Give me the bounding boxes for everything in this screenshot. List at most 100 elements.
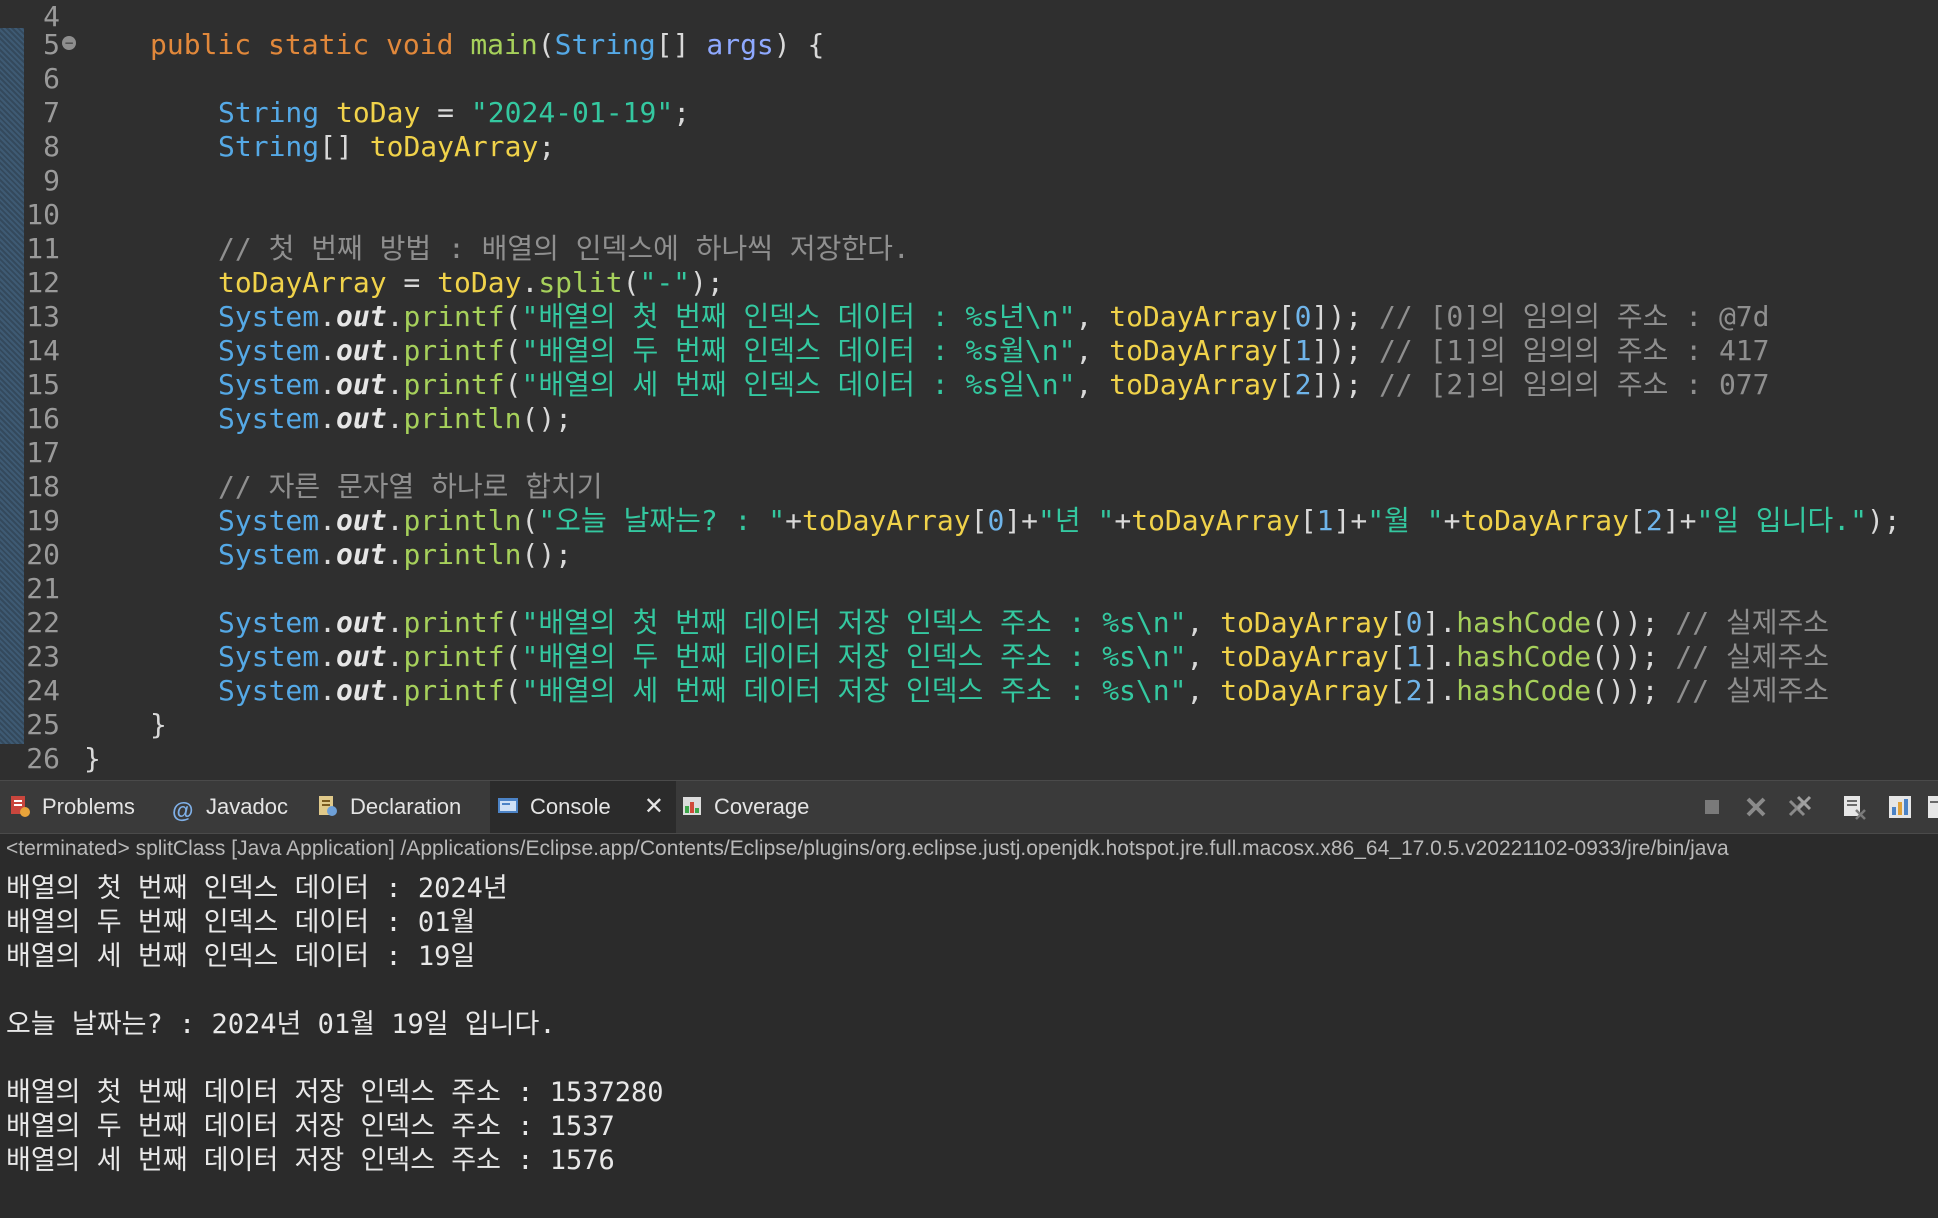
code-line-13[interactable]: System.out.printf("배열의 첫 번째 인덱스 데이터 : %s… xyxy=(218,300,1770,334)
variable-name: toDayArray xyxy=(1220,674,1389,707)
method-name: hashCode xyxy=(1456,606,1592,639)
code-line-14[interactable]: System.out.printf("배열의 두 번째 인덱스 데이터 : %s… xyxy=(218,334,1770,368)
field-name: out xyxy=(336,504,387,537)
code-line-20[interactable]: System.out.println(); xyxy=(218,538,572,572)
tab-coverage[interactable]: Coverage xyxy=(680,781,830,833)
variable-name: toDayArray xyxy=(1109,368,1278,401)
javadoc-icon: @ xyxy=(172,798,194,823)
line-number: 8 xyxy=(43,130,60,163)
method-name: printf xyxy=(403,606,505,639)
field-name: out xyxy=(336,606,387,639)
code-line-18[interactable]: // 자른 문자열 하나로 합치기 xyxy=(218,470,603,504)
terminate-icon[interactable] xyxy=(1698,793,1726,821)
class-name: System xyxy=(218,538,320,571)
variable-name: toDayArray xyxy=(1109,334,1278,367)
scroll-lock-icon[interactable] xyxy=(1886,793,1914,821)
code-line-5[interactable]: public static void main(String[] args) { xyxy=(150,28,824,62)
code-line-15[interactable]: System.out.printf("배열의 세 번째 인덱스 데이터 : %s… xyxy=(218,368,1770,402)
code-token: ); xyxy=(690,266,724,299)
tab-declaration[interactable]: Declaration xyxy=(316,781,486,833)
console-output-line: 배열의 세 번째 인덱스 데이터 : 19일 xyxy=(6,941,476,972)
word-wrap-icon[interactable] xyxy=(1926,793,1938,821)
coverage-icon xyxy=(680,785,704,815)
method-name: split xyxy=(538,266,623,299)
code-line-11[interactable]: // 첫 번째 방법 : 배열의 인덱스에 하나씩 저장한다. xyxy=(218,232,910,266)
code-line-22[interactable]: System.out.printf("배열의 첫 번째 데이터 저장 인덱스 주… xyxy=(218,606,1829,640)
number-literal: 2 xyxy=(1294,368,1312,401)
string-literal: "배열의 첫 번째 인덱스 데이터 : %s년\n" xyxy=(521,300,1076,333)
code-line-25[interactable]: } xyxy=(150,708,167,742)
class-name: System xyxy=(218,640,320,673)
tab-problems[interactable]: Problems xyxy=(8,781,158,833)
process-status-line: <terminated> splitClass [Java Applicatio… xyxy=(6,837,1729,860)
line-number: 16 xyxy=(26,402,60,435)
tab-label: Coverage xyxy=(714,794,810,819)
remove-launch-icon[interactable] xyxy=(1742,793,1770,821)
variable-name: toDay xyxy=(437,266,522,299)
number-literal: 1 xyxy=(1405,640,1423,673)
number-literal: 0 xyxy=(1405,606,1423,639)
code-comment: // [2]의 임의의 주소 : 077 xyxy=(1378,368,1770,401)
tab-label: Console xyxy=(530,794,611,819)
code-line-23[interactable]: System.out.printf("배열의 두 번째 데이터 저장 인덱스 주… xyxy=(218,640,1829,674)
field-name: out xyxy=(336,538,387,571)
fold-collapse-icon[interactable]: − xyxy=(62,36,76,50)
tab-label: Problems xyxy=(42,794,135,819)
string-literal: "-" xyxy=(639,266,691,299)
field-name: out xyxy=(336,334,387,367)
line-number: 9 xyxy=(43,164,60,197)
declaration-icon xyxy=(316,785,340,816)
code-comment: // 실제주소 xyxy=(1675,640,1830,673)
line-number: 5 xyxy=(43,28,60,61)
console-output-line: 배열의 첫 번째 데이터 저장 인덱스 주소 : 1537280 xyxy=(6,1077,664,1108)
variable-name: toDayArray xyxy=(1109,300,1278,333)
code-token: (); xyxy=(521,538,573,571)
class-name: System xyxy=(218,334,320,367)
string-literal: "배열의 두 번째 인덱스 데이터 : %s월\n" xyxy=(521,334,1076,367)
class-name: System xyxy=(218,504,320,537)
code-line-26[interactable]: } xyxy=(84,742,101,776)
line-number: 19 xyxy=(26,504,60,537)
keyword: static xyxy=(268,28,370,61)
code-token: = xyxy=(420,96,471,129)
tab-console[interactable]: Console ✕ xyxy=(490,781,676,833)
code-line-8[interactable]: String[] toDayArray; xyxy=(218,130,555,164)
code-token: ; xyxy=(538,130,556,163)
line-number: 21 xyxy=(26,572,60,605)
field-name: out xyxy=(336,640,387,673)
tab-javadoc[interactable]: @ Javadoc xyxy=(172,781,312,833)
code-token: (); xyxy=(521,402,573,435)
line-number: 14 xyxy=(26,334,60,367)
close-icon[interactable]: ✕ xyxy=(644,781,664,833)
console-panel: Problems @ Javadoc Declaration Console ✕ … xyxy=(0,780,1938,1218)
code-line-19[interactable]: System.out.println("오늘 날짜는? : "+toDayArr… xyxy=(218,504,1901,538)
keyword: public xyxy=(150,28,252,61)
line-number: 7 xyxy=(43,96,60,129)
clear-console-icon[interactable] xyxy=(1840,793,1868,821)
method-name: println xyxy=(403,504,522,537)
code-line-16[interactable]: System.out.println(); xyxy=(218,402,572,436)
class-name: System xyxy=(218,674,320,707)
console-output-line: 배열의 세 번째 데이터 저장 인덱스 주소 : 1576 xyxy=(6,1145,615,1176)
field-name: out xyxy=(336,300,387,333)
console-output-line: 배열의 두 번째 인덱스 데이터 : 01월 xyxy=(6,907,476,938)
code-token: = xyxy=(386,266,438,299)
console-output-line: 오늘 날짜는? : 2024년 01월 19일 입니다. xyxy=(6,1009,556,1040)
class-name: System xyxy=(218,402,320,435)
method-name: hashCode xyxy=(1456,674,1592,707)
code-line-7[interactable]: String toDay = "2024-01-19"; xyxy=(218,96,690,130)
string-literal: "배열의 세 번째 데이터 저장 인덱스 주소 : %s\n" xyxy=(521,674,1187,707)
code-editor[interactable]: 4 5 6 7 8 9 10 11 12 13 14 15 16 17 18 1… xyxy=(0,0,1938,780)
changed-lines-stripe xyxy=(0,28,24,744)
field-name: out xyxy=(336,402,387,435)
line-number: 15 xyxy=(26,368,60,401)
tab-label: Declaration xyxy=(350,794,462,819)
string-literal: "배열의 첫 번째 데이터 저장 인덱스 주소 : %s\n" xyxy=(521,606,1187,639)
code-line-12[interactable]: toDayArray = toDay.split("-"); xyxy=(218,266,724,300)
remove-all-terminated-icon[interactable] xyxy=(1786,793,1814,821)
number-literal: 0 xyxy=(1294,300,1312,333)
method-name: printf xyxy=(403,674,505,707)
code-comment: // 실제주소 xyxy=(1675,674,1830,707)
method-name: println xyxy=(403,402,522,435)
code-line-24[interactable]: System.out.printf("배열의 세 번째 데이터 저장 인덱스 주… xyxy=(218,674,1829,708)
